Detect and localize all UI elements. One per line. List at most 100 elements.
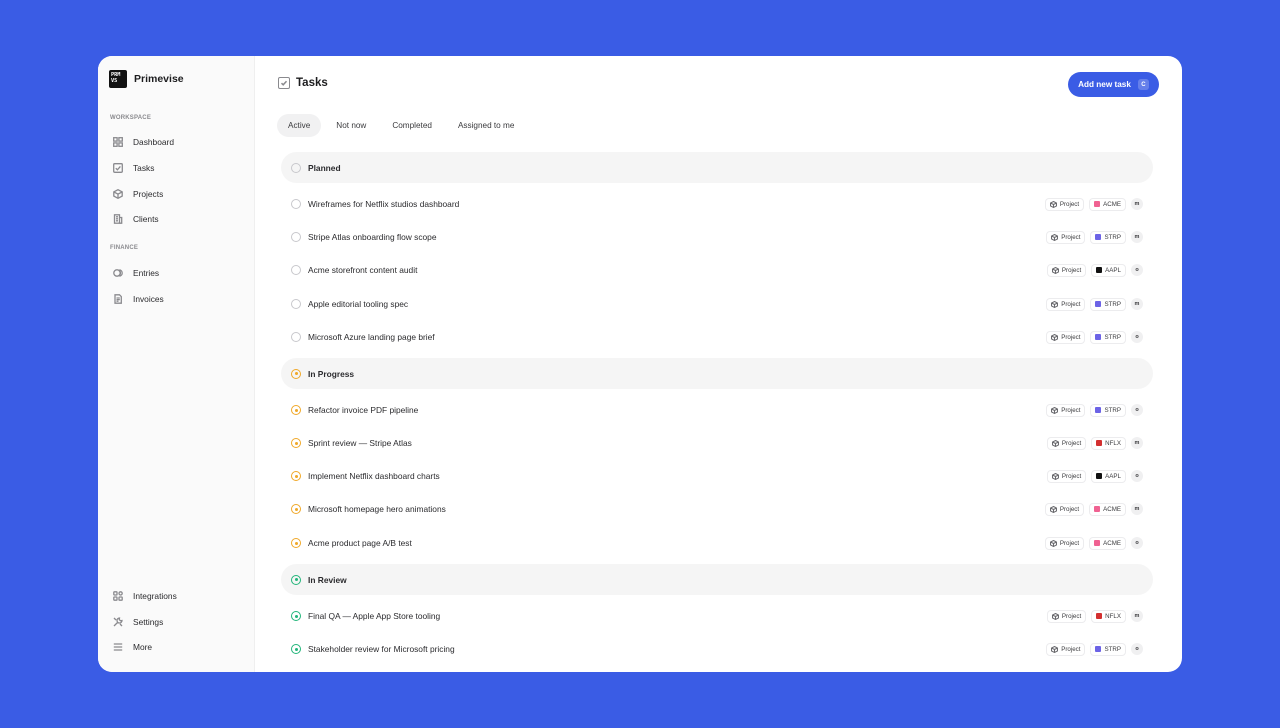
project-tag[interactable]: Project <box>1046 642 1086 656</box>
task-row[interactable]: Stripe Atlas onboarding flow scope Projec… <box>281 224 1153 250</box>
project-tag[interactable]: Project <box>1046 263 1087 277</box>
project-tag[interactable]: Project <box>1046 609 1087 623</box>
group-header-progress[interactable]: In Progress <box>281 358 1153 389</box>
checkbox-icon <box>111 161 125 175</box>
avatar[interactable]: o <box>1131 404 1143 416</box>
tab-completed[interactable]: Completed <box>381 114 443 137</box>
tab-active[interactable]: Active <box>277 114 322 137</box>
task-meta: Project NFLX m <box>1046 609 1143 623</box>
client-tag[interactable]: ACME <box>1089 502 1126 516</box>
status-planned-icon[interactable] <box>291 232 301 242</box>
task-row[interactable]: Microsoft homepage hero animations Projec… <box>281 496 1153 522</box>
status-review-icon[interactable] <box>291 644 301 654</box>
status-review-icon[interactable] <box>291 611 301 621</box>
status-planned-icon[interactable] <box>291 199 301 209</box>
project-tag[interactable]: Project <box>1044 502 1085 516</box>
task-row[interactable]: Apple editorial tooling spec Project STRP m <box>281 291 1153 317</box>
client-tag[interactable]: ACME <box>1089 536 1126 550</box>
checkbox-icon <box>278 77 290 89</box>
client-tag[interactable]: STRP <box>1090 642 1126 656</box>
task-meta: Project NFLX m <box>1046 436 1143 450</box>
client-tag[interactable]: AAPL <box>1091 263 1126 277</box>
client-tag[interactable]: STRP <box>1090 330 1126 344</box>
status-planned-icon[interactable] <box>291 299 301 309</box>
status-progress-icon[interactable] <box>291 438 301 448</box>
client-tag[interactable]: STRP <box>1090 230 1126 244</box>
avatar[interactable]: m <box>1131 231 1143 243</box>
brand[interactable]: PRM VS Primevise <box>109 70 184 88</box>
task-title: Microsoft Azure landing page brief <box>308 332 435 342</box>
client-tag[interactable]: NFLX <box>1091 609 1126 623</box>
project-tag[interactable]: Project <box>1046 469 1087 483</box>
avatar[interactable]: o <box>1131 537 1143 549</box>
client-tag[interactable]: ACME <box>1089 197 1126 211</box>
cube-icon <box>1051 472 1059 480</box>
tab-not-now[interactable]: Not now <box>325 114 377 137</box>
task-row[interactable]: Stakeholder review for Microsoft pricing… <box>281 636 1153 662</box>
task-title: Stakeholder review for Microsoft pricing <box>308 644 455 654</box>
task-row[interactable]: Acme storefront content audit Project AAPL… <box>281 257 1153 283</box>
avatar[interactable]: m <box>1131 503 1143 515</box>
project-tag[interactable]: Project <box>1046 436 1087 450</box>
task-row[interactable]: Implement Netflix dashboard charts Projec… <box>281 463 1153 489</box>
sidebar-item-label: Settings <box>133 617 164 627</box>
avatar[interactable]: o <box>1131 264 1143 276</box>
task-row[interactable]: Wireframes for Netflix studios dashboard… <box>281 191 1153 217</box>
task-row[interactable]: Microsoft Azure landing page brief Projec… <box>281 324 1153 350</box>
status-progress-icon[interactable] <box>291 471 301 481</box>
client-tag[interactable]: NFLX <box>1091 436 1126 450</box>
avatar[interactable]: m <box>1131 437 1143 449</box>
project-tag[interactable]: Project <box>1044 536 1085 550</box>
client-tag-label: ACME <box>1103 200 1121 208</box>
client-color-swatch <box>1095 234 1102 240</box>
status-planned-icon[interactable] <box>291 332 301 342</box>
group-header-review[interactable]: In Review <box>281 564 1153 595</box>
project-tag[interactable]: Project <box>1046 403 1086 417</box>
sidebar-item-projects[interactable]: Projects <box>111 184 243 204</box>
task-row[interactable]: Refactor invoice PDF pipeline Project STRP… <box>281 397 1153 423</box>
sidebar-item-label: Dashboard <box>133 137 174 147</box>
sidebar-item-clients[interactable]: Clients <box>111 209 243 229</box>
task-row[interactable]: Acme product page A/B test Project ACME o <box>281 530 1153 556</box>
avatar[interactable]: o <box>1131 470 1143 482</box>
cube-icon <box>1051 266 1059 274</box>
status-progress-icon[interactable] <box>291 538 301 548</box>
sidebar-item-invoices[interactable]: Invoices <box>111 289 243 309</box>
client-tag[interactable]: STRP <box>1090 403 1126 417</box>
avatar[interactable]: m <box>1131 610 1143 622</box>
project-tag-label: Project <box>1059 539 1080 547</box>
task-row[interactable]: Sprint review — Stripe Atlas Project NFLX m <box>281 430 1153 456</box>
sidebar-item-settings[interactable]: Settings <box>111 612 243 632</box>
avatar[interactable]: m <box>1131 298 1143 310</box>
status-progress-icon[interactable] <box>291 504 301 514</box>
client-color-swatch <box>1094 201 1101 207</box>
status-progress-icon[interactable] <box>291 405 301 415</box>
avatar[interactable]: o <box>1131 331 1143 343</box>
client-tag[interactable]: STRP <box>1090 297 1126 311</box>
tab-assigned-to-me[interactable]: Assigned to me <box>447 114 525 137</box>
client-color-swatch <box>1095 407 1102 413</box>
sidebar-item-more[interactable]: More <box>111 637 243 657</box>
page-title-text: Tasks <box>296 77 328 89</box>
sidebar-item-tasks[interactable]: Tasks <box>111 158 243 178</box>
sidebar-item-integrations[interactable]: Integrations <box>111 586 243 606</box>
sidebar-item-label: Integrations <box>133 591 177 601</box>
task-title: Final QA — Apple App Store tooling <box>308 611 441 621</box>
group-header-planned[interactable]: Planned <box>281 152 1153 183</box>
sidebar-item-dashboard[interactable]: Dashboard <box>111 132 243 152</box>
sidebar-item-entries[interactable]: Entries <box>111 263 243 283</box>
tools-icon <box>111 615 125 629</box>
project-tag-label: Project <box>1061 439 1082 447</box>
avatar[interactable]: o <box>1131 643 1143 655</box>
task-title: Acme storefront content audit <box>308 265 418 275</box>
project-tag[interactable]: Project <box>1044 197 1085 211</box>
avatar[interactable]: m <box>1131 198 1143 210</box>
project-tag[interactable]: Project <box>1046 330 1086 344</box>
project-tag[interactable]: Project <box>1046 230 1086 244</box>
status-planned-icon[interactable] <box>291 265 301 275</box>
client-tag[interactable]: AAPL <box>1091 469 1126 483</box>
add-new-task-button[interactable]: Add new task C <box>1068 72 1159 97</box>
client-color-swatch <box>1095 334 1102 340</box>
project-tag[interactable]: Project <box>1046 297 1086 311</box>
task-row[interactable]: Final QA — Apple App Store tooling Projec… <box>281 603 1153 629</box>
